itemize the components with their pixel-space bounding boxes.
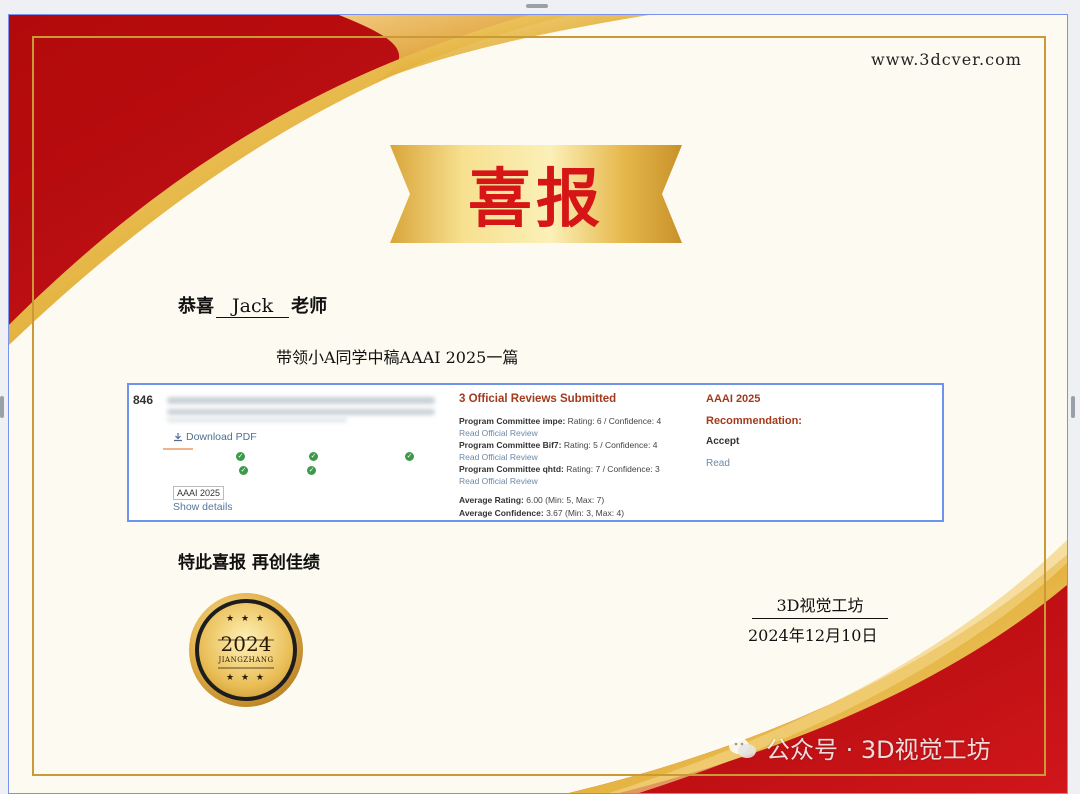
average-confidence: Average Confidence: 3.67 (Min: 3, Max: 4… [459,508,625,518]
congrats-prefix: 恭喜 [178,296,214,317]
average-rating: Average Rating: 6.00 (Min: 5, Max: 7) [459,495,605,505]
blurred-authors [167,409,435,415]
top-resize-handle[interactable] [526,4,548,8]
congrats-suffix: 老师 [291,296,328,317]
right-resize-handle[interactable] [1071,396,1075,418]
wechat-watermark: 公众号 · 3D视觉工坊 [728,730,991,765]
left-resize-handle[interactable] [0,396,4,418]
achievement-line: 带领小A同学中稿AAAI 2025一篇 [276,348,519,367]
download-underline [163,448,193,450]
decision-value: Accept [706,436,740,447]
recommendation-label: Recommendation: [706,415,802,427]
decision-venue: AAAI 2025 [706,393,761,405]
star-icon: ★ ★ ★ [226,614,266,624]
read-review-link[interactable]: Read Official Review [459,428,538,438]
download-icon [174,433,182,442]
banner-title: 喜报 [468,162,604,237]
website-url: www.3dcver.com [871,50,1022,69]
paper-id: 846 [133,393,154,407]
show-details-link[interactable]: Show details [173,501,233,513]
review-screenshot-card: 846 Download PDF ✓ ✓ ✓ ✓ ✓ AAAI 2025 Sho… [127,383,944,522]
check-icon: ✓ [236,452,245,461]
check-icon: ✓ [239,466,248,475]
download-pdf-link[interactable]: Download PDF [173,431,257,443]
download-pdf-label: Download PDF [186,431,257,443]
check-icon: ✓ [405,452,414,461]
read-review-link[interactable]: Read Official Review [459,452,538,462]
check-icon: ✓ [309,452,318,461]
blurred-title [167,397,435,404]
review-line: Program Committee impe: Rating: 6 / Conf… [459,416,662,426]
check-icon: ✓ [307,466,316,475]
recipient-name: Jack [216,295,290,318]
medal-year: 2024 [220,632,272,656]
venue-badge: AAAI 2025 [173,486,225,500]
signature-org: 3D视觉工坊 [752,592,888,619]
review-line: Program Committee qhtd: Rating: 7 / Conf… [459,464,660,474]
read-decision-link[interactable]: Read [706,458,730,469]
closing-line: 特此喜报 再创佳绩 [178,553,320,573]
wechat-icon [729,737,756,758]
blurred-authors-2 [167,418,347,422]
congrats-line: 恭喜 Jack 老师 [178,292,327,318]
read-review-link[interactable]: Read Official Review [459,476,538,486]
signature-date: 2024年12月10日 [748,626,878,645]
reviews-title: 3 Official Reviews Submitted [459,393,617,405]
medal-subtitle: JIANGZHANG [218,656,274,664]
watermark-text: 公众号 · 3D视觉工坊 [766,736,991,764]
review-line: Program Committee Bif7: Rating: 5 / Conf… [459,440,658,450]
star-icon: ★ ★ ★ [226,673,266,683]
